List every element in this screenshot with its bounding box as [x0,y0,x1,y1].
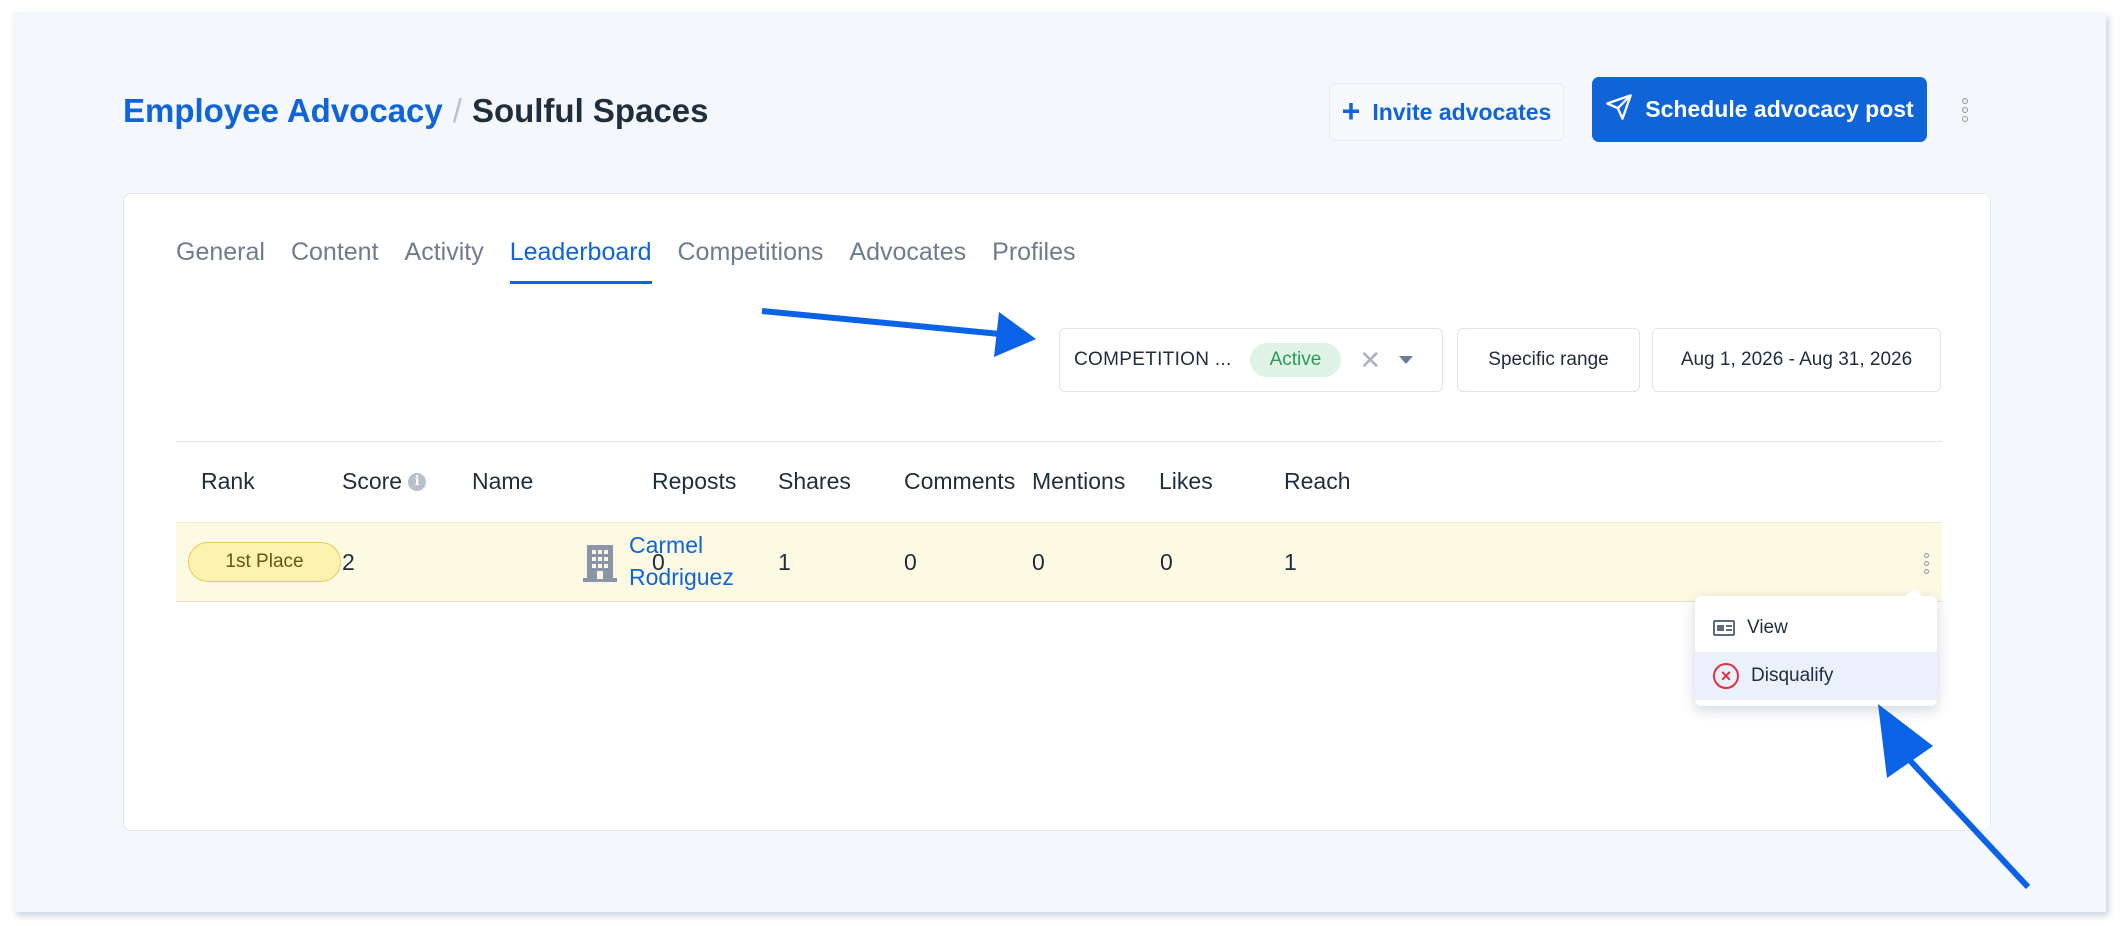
reposts-value: 0 [652,549,665,575]
menu-item-disqualify[interactable]: × Disqualify [1695,652,1937,700]
mentions-value: 0 [1032,549,1045,575]
rank-badge: 1st Place [188,542,341,582]
specific-range-button[interactable]: Specific range [1457,328,1640,392]
tab-profiles[interactable]: Profiles [992,238,1075,284]
tab-bar: General Content Activity Leaderboard Com… [176,238,1102,284]
column-header-name: Name [472,468,534,494]
menu-item-view[interactable]: View [1695,604,1937,652]
page-title: Soulful Spaces [471,92,709,129]
reach-value: 1 [1284,549,1297,575]
plus-icon: + [1341,92,1361,129]
row-actions-menu: View × Disqualify [1695,588,1937,706]
column-header-reach: Reach [1284,468,1351,494]
clear-icon[interactable]: ✕ [1359,347,1381,373]
score-value: 2 [342,549,355,575]
column-header-reposts: Reposts [652,468,737,494]
column-header-shares: Shares [778,468,851,494]
column-header-likes: Likes [1159,468,1213,494]
tab-advocates[interactable]: Advocates [849,238,966,284]
tab-activity[interactable]: Activity [405,238,484,284]
competition-select[interactable]: COMPETITION ... Active ✕ [1059,328,1443,392]
leaderboard-card: General Content Activity Leaderboard Com… [123,193,1991,831]
building-icon [583,545,617,582]
breadcrumb-root-link[interactable]: Employee Advocacy [123,92,443,130]
schedule-advocacy-post-button[interactable]: Schedule advocacy post [1592,77,1927,142]
advocate-name-link[interactable]: Carmel Rodriguez [629,529,734,593]
menu-item-view-label: View [1747,617,1788,638]
table-row: 1st Place 2 Carmel Rodriguez 0 1 0 0 0 1 [176,522,1942,602]
more-vertical-icon [1962,98,1968,122]
column-header-mentions: Mentions [1032,468,1126,494]
tab-content[interactable]: Content [291,238,379,284]
tab-competitions[interactable]: Competitions [678,238,824,284]
column-header-rank: Rank [201,468,255,494]
invite-advocates-label: Invite advocates [1372,98,1552,125]
breadcrumb: Employee Advocacy / Soulful Spaces [123,90,709,132]
tab-leaderboard[interactable]: Leaderboard [509,238,652,284]
table-divider [176,441,1942,442]
send-icon [1605,93,1633,127]
row-actions-button[interactable] [1918,549,1934,577]
column-header-comments: Comments [904,468,1016,494]
info-icon[interactable]: i [408,472,427,491]
disqualify-icon: × [1713,663,1739,689]
column-header-score: Score i [342,468,427,495]
chevron-down-icon[interactable] [1399,356,1414,364]
invite-advocates-button[interactable]: + Invite advocates [1329,83,1564,141]
breadcrumb-separator: / [452,92,462,129]
comments-value: 0 [904,549,917,575]
more-vertical-icon [1923,552,1929,574]
tab-general[interactable]: General [176,238,265,284]
competition-select-label: COMPETITION ... [1074,349,1232,370]
view-icon [1713,620,1735,636]
date-range-picker[interactable]: Aug 1, 2026 - Aug 31, 2026 [1652,328,1941,392]
schedule-advocacy-post-label: Schedule advocacy post [1645,96,1914,122]
shares-value: 1 [778,549,791,575]
status-badge: Active [1249,343,1342,377]
more-options-button[interactable] [1957,92,1973,128]
likes-value: 0 [1160,549,1173,575]
menu-item-disqualify-label: Disqualify [1751,665,1834,686]
app-frame: Employee Advocacy / Soulful Spaces + Inv… [13,12,2106,912]
